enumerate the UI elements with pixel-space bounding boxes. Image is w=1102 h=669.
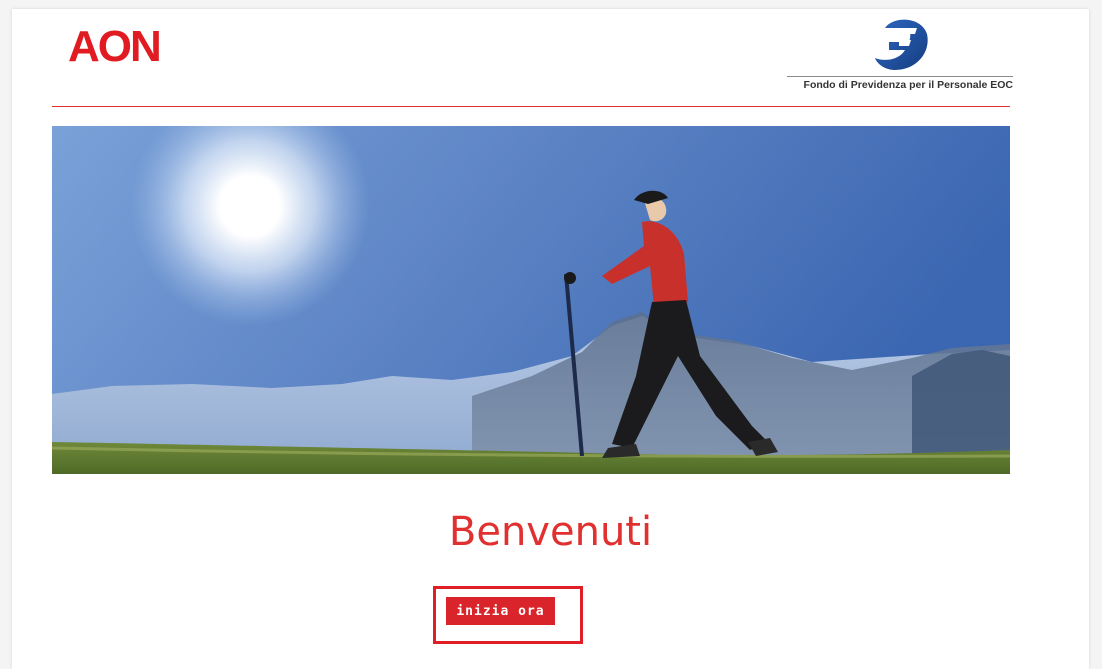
- landing-page: AON Fondo di Previdenza per il Personale…: [12, 9, 1089, 669]
- fund-name: Fondo di Previdenza per il Personale EOC: [803, 79, 1013, 91]
- welcome-title: Benvenuti: [448, 509, 653, 555]
- header-divider: [52, 106, 1010, 107]
- fund-logo: Fondo di Previdenza per il Personale EOC: [787, 14, 1013, 94]
- aon-logo: AON: [68, 22, 162, 71]
- hero-image: [52, 126, 1010, 474]
- fund-f-logo-icon: [875, 19, 928, 70]
- start-now-button[interactable]: inizia ora: [446, 597, 555, 625]
- fund-logo-rule: [787, 76, 1013, 77]
